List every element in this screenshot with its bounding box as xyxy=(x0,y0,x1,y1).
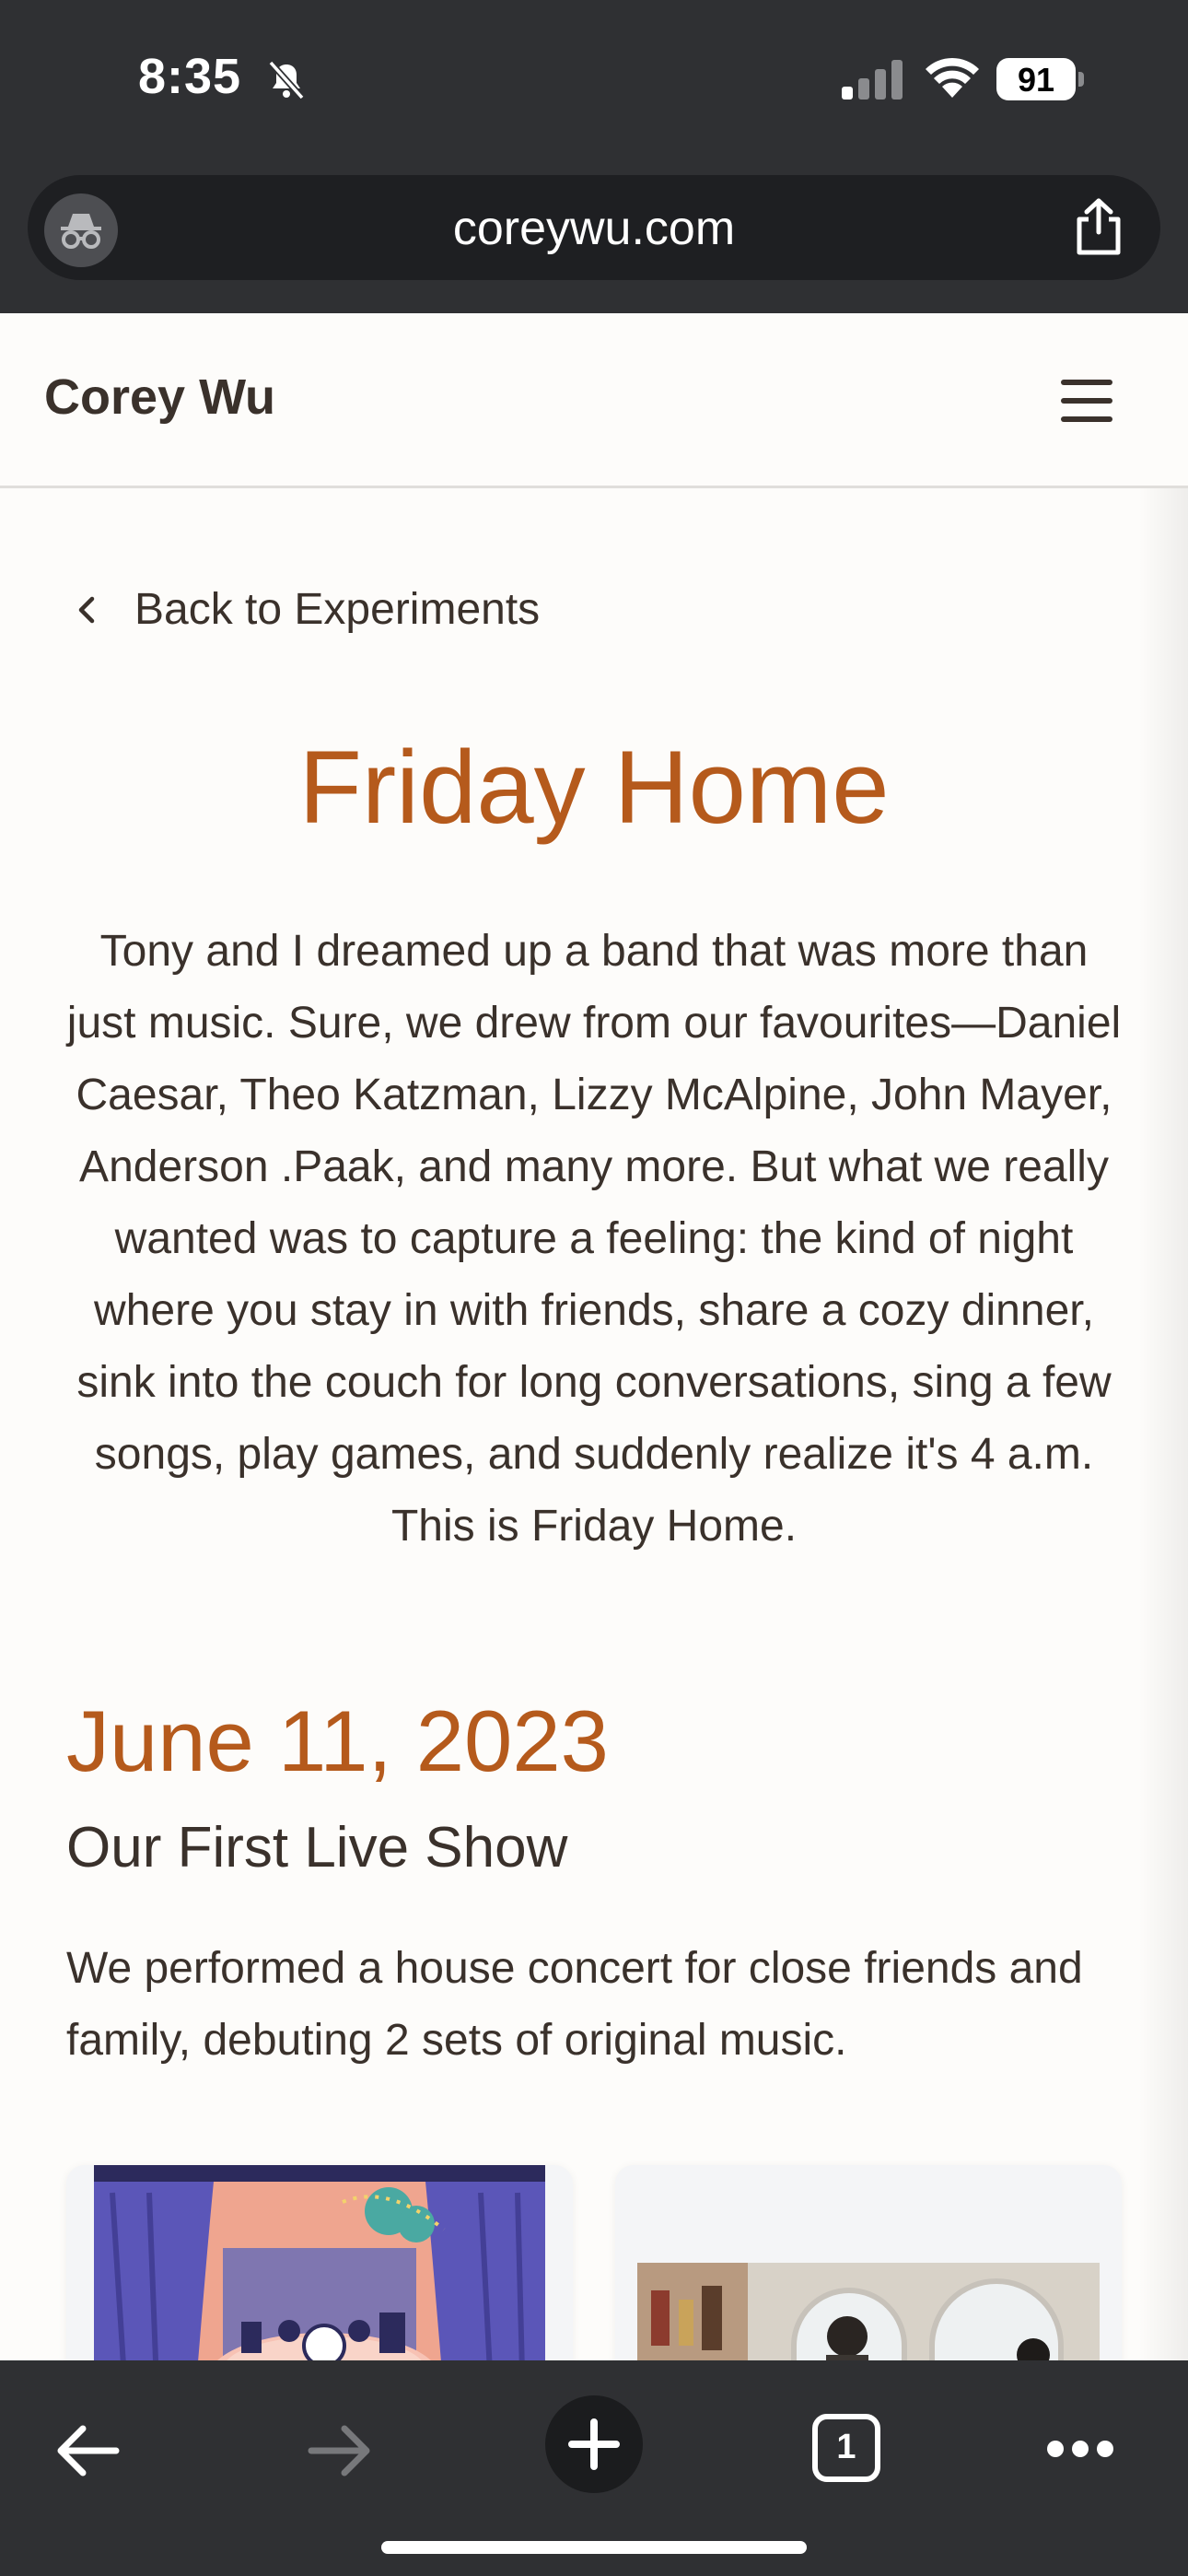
share-icon[interactable] xyxy=(1070,197,1127,256)
battery-indicator: 91 xyxy=(996,58,1085,102)
page-title: Friday Home xyxy=(298,730,890,845)
cellular-signal-icon xyxy=(842,60,903,100)
status-time: 8:35 xyxy=(138,49,242,104)
tab-count-button[interactable]: 1 xyxy=(812,2414,880,2482)
bell-slash-icon xyxy=(268,60,305,100)
arrow-left-icon[interactable] xyxy=(52,2421,122,2480)
plus-icon xyxy=(568,2418,620,2470)
home-indicator[interactable] xyxy=(381,2541,807,2554)
entry-date: June 11, 2023 xyxy=(66,1692,609,1789)
new-tab-button[interactable] xyxy=(545,2395,643,2493)
wifi-icon xyxy=(926,57,979,98)
battery-percentage: 91 xyxy=(1017,61,1055,99)
ellipsis-icon[interactable] xyxy=(1046,2440,1114,2458)
back-link-label: Back to Experiments xyxy=(134,585,541,634)
entry-description: We performed a house concert for close f… xyxy=(66,1944,1083,2065)
hamburger-menu-icon[interactable] xyxy=(1061,380,1112,422)
browser-top-chrome: 8:35 91 coreywu.com xyxy=(0,0,1188,313)
site-header: Corey Wu xyxy=(0,313,1188,488)
chevron-left-icon xyxy=(78,596,95,623)
arrow-right-icon[interactable] xyxy=(306,2421,376,2480)
url-text[interactable]: coreywu.com xyxy=(28,201,1160,256)
page-edge-shadow xyxy=(1138,488,1188,2360)
intro-paragraph: Tony and I dreamed up a band that was mo… xyxy=(66,927,1122,1551)
address-bar[interactable]: coreywu.com xyxy=(28,175,1160,280)
site-brand[interactable]: Corey Wu xyxy=(44,369,275,426)
entry-heading: Our First Live Show xyxy=(66,1816,568,1879)
back-to-experiments-link[interactable]: Back to Experiments xyxy=(74,584,540,635)
